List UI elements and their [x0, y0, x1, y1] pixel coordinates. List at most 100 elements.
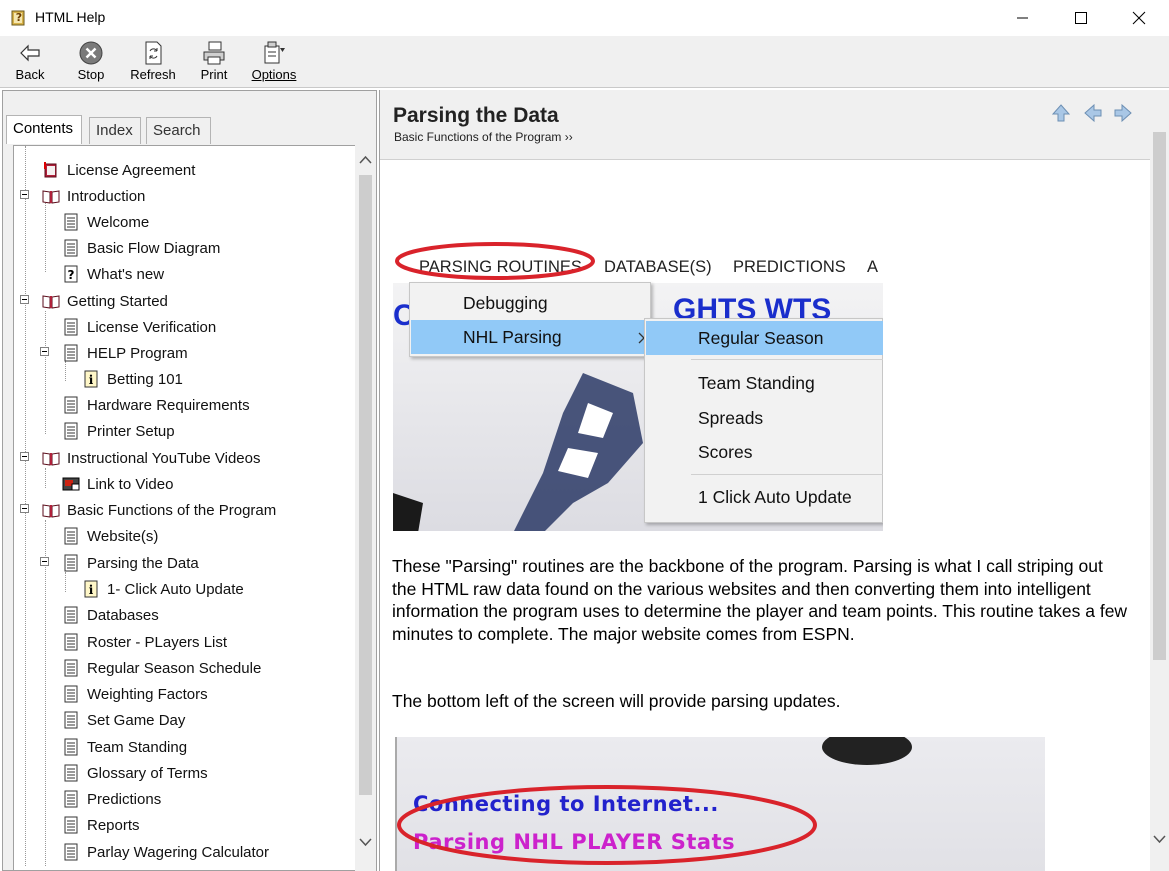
menu-item-nhl-parsing: NHL Parsing [411, 320, 649, 354]
topic-scrollbar-thumb[interactable] [1153, 132, 1166, 660]
tree-item-weighting-factors[interactable]: Weighting Factors [62, 682, 208, 706]
tree-expander[interactable] [40, 557, 49, 566]
previous-arrow-icon[interactable] [1082, 102, 1104, 124]
tree-item-regular-season-schedule[interactable]: Regular Season Schedule [62, 656, 261, 680]
print-button[interactable]: Print [199, 40, 229, 86]
tree-item-betting-101[interactable]: i Betting 101 [82, 367, 183, 391]
page-icon [64, 239, 78, 257]
tree-item-predictions[interactable]: Predictions [62, 787, 161, 811]
tree-item-whats-new[interactable]: ? What's new [62, 262, 164, 286]
nhl-parsing-submenu: Regular Season Team Standing Spreads Sco… [644, 318, 883, 523]
tree-item-parlay-wagering-calculator[interactable]: Parlay Wagering Calculator [62, 840, 269, 864]
svg-text:i: i [89, 583, 94, 597]
minimize-icon [1017, 17, 1028, 19]
tree-item-reports[interactable]: Reports [62, 813, 140, 837]
tree-item-websites[interactable]: Website(s) [62, 524, 158, 548]
maximize-button[interactable] [1052, 0, 1110, 36]
tree-item-printer-setup[interactable]: Printer Setup [62, 419, 175, 443]
scroll-up-icon[interactable] [359, 155, 372, 165]
page-icon [64, 711, 78, 729]
tree-item-instructional-youtube-videos[interactable]: Instructional YouTube Videos [42, 446, 260, 470]
menu-item-debugging: Debugging [463, 293, 548, 313]
page-icon [64, 606, 78, 624]
tree-item-databases[interactable]: Databases [62, 603, 159, 627]
tree-scrollbar[interactable] [355, 145, 376, 871]
tree-item-introduction[interactable]: Introduction [42, 184, 145, 208]
refresh-icon [145, 41, 162, 65]
menu-item-team-standing: Team Standing [698, 373, 815, 393]
page-icon [64, 738, 78, 756]
toolbar: Back Stop Refresh Print Options [0, 36, 1169, 88]
scroll-down-icon[interactable] [1153, 834, 1166, 844]
printer-icon [203, 41, 225, 65]
back-button[interactable]: Back [13, 40, 47, 86]
topic-scrollbar[interactable] [1150, 130, 1169, 871]
page-icon [64, 527, 78, 545]
refresh-button[interactable]: Refresh [128, 40, 178, 86]
tree-expander[interactable] [40, 347, 49, 356]
tree-item-license-agreement[interactable]: License Agreement [42, 158, 195, 182]
page-icon [64, 554, 78, 572]
hockey-player-graphic [393, 373, 643, 531]
page-icon [64, 764, 78, 782]
help-app-icon: ? [11, 10, 25, 26]
page-title: Parsing the Data [393, 104, 559, 127]
tab-contents[interactable]: Contents [6, 115, 82, 144]
page-icon [64, 659, 78, 677]
page-icon [64, 422, 78, 440]
breadcrumb[interactable]: Basic Functions of the Program ›› [394, 130, 573, 144]
page-icon [64, 344, 78, 362]
tree-expander[interactable] [20, 295, 29, 304]
tree-item-basic-functions[interactable]: Basic Functions of the Program [42, 498, 276, 522]
options-button[interactable]: Options [251, 40, 297, 86]
close-icon [1132, 11, 1146, 25]
parsing-menu-screenshot: C GHTS WTS PARSING ROUTINES DATABASE(S) … [393, 250, 883, 531]
intro-paragraph: These "Parsing" routines are the backbon… [392, 556, 1128, 644]
book-closed-icon [44, 162, 57, 178]
tree-item-team-standing[interactable]: Team Standing [62, 735, 187, 759]
up-arrow-icon[interactable] [1050, 102, 1072, 124]
tab-index[interactable]: Index [89, 117, 141, 144]
next-arrow-icon[interactable] [1112, 102, 1134, 124]
tree-item-roster-players-list[interactable]: Roster - PLayers List [62, 630, 227, 654]
book-open-icon [42, 504, 60, 518]
info-page-icon: i [84, 370, 98, 388]
back-arrow-icon [20, 44, 40, 62]
tree-scrollbar-thumb[interactable] [359, 175, 372, 795]
tree-item-parsing-the-data[interactable]: Parsing the Data [62, 551, 199, 575]
tree-item-basic-flow-diagram[interactable]: Basic Flow Diagram [62, 236, 220, 260]
page-icon [64, 396, 78, 414]
tree-item-hardware-requirements[interactable]: Hardware Requirements [62, 393, 250, 417]
tree-item-link-to-video[interactable]: Link to Video [62, 472, 173, 496]
close-button[interactable] [1110, 0, 1168, 36]
tree-expander[interactable] [20, 452, 29, 461]
navigation-pane: Contents Index Search License Agreement … [2, 90, 377, 871]
page-icon [64, 318, 78, 336]
menu-item-1-click-auto-update: 1 Click Auto Update [698, 487, 852, 507]
tree-expander[interactable] [20, 504, 29, 513]
tree-expander[interactable] [20, 190, 29, 199]
tree-item-help-program[interactable]: HELP Program [62, 341, 188, 365]
tree-item-license-verification[interactable]: License Verification [62, 315, 216, 339]
page-icon [64, 843, 78, 861]
parsing-dropdown: Debugging NHL Parsing [409, 282, 651, 357]
book-open-icon [42, 295, 60, 309]
tree-item-getting-started[interactable]: Getting Started [42, 289, 168, 313]
status-paragraph: The bottom left of the screen will provi… [392, 691, 841, 711]
page-icon [64, 213, 78, 231]
tree-item-1-click-auto-update[interactable]: i 1- Click Auto Update [82, 577, 244, 601]
scroll-down-icon[interactable] [359, 837, 372, 847]
stop-button[interactable]: Stop [73, 40, 109, 86]
tree-item-set-game-day[interactable]: Set Game Day [62, 708, 185, 732]
contents-tree[interactable]: License Agreement Introduction Welcome B… [13, 145, 356, 871]
minimize-button[interactable] [994, 0, 1052, 36]
window-title: HTML Help [35, 9, 106, 25]
tree-item-glossary-of-terms[interactable]: Glossary of Terms [62, 761, 208, 785]
tree-item-welcome[interactable]: Welcome [62, 210, 149, 234]
page-icon [64, 790, 78, 808]
maximize-icon [1075, 12, 1087, 24]
menu-item-scores: Scores [698, 442, 753, 462]
tab-search[interactable]: Search [146, 117, 211, 144]
title-bar: ? HTML Help [0, 0, 1169, 36]
html-help-window: ? HTML Help Back Stop Refresh Print Opti… [0, 0, 1169, 871]
